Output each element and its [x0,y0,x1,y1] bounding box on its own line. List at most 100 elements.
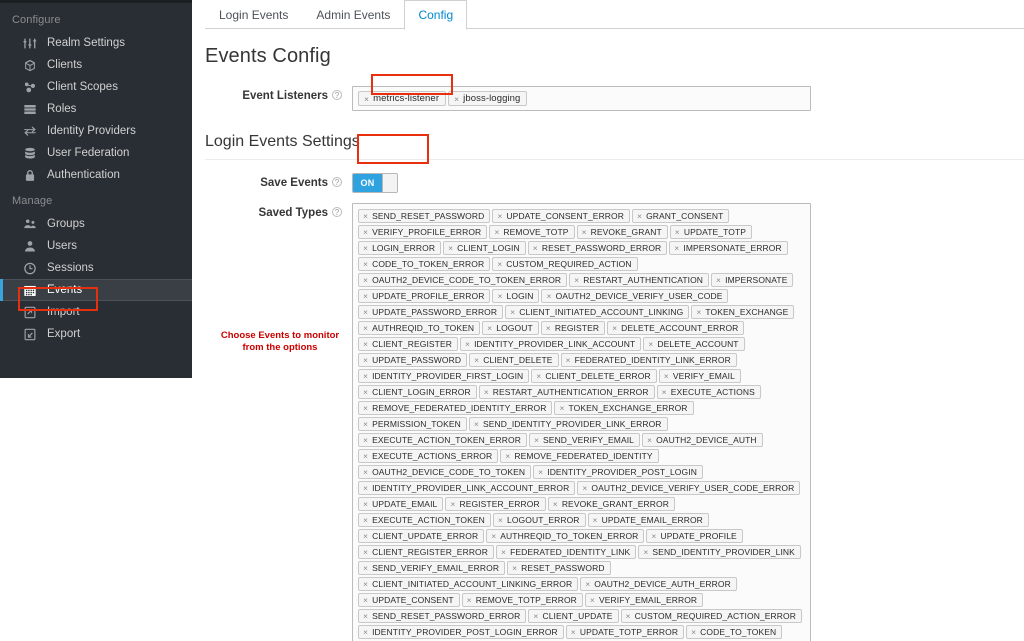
saved-type-chip[interactable]: × IMPERSONATE_ERROR [669,241,788,255]
saved-type-chip[interactable]: × LOGIN_ERROR [358,241,442,255]
chip-remove-icon[interactable]: × [497,259,502,269]
saved-type-chip[interactable]: × RESTART_AUTHENTICATION_ERROR [478,385,655,399]
saved-type-chip[interactable]: × AUTHREQID_TO_TOKEN [358,321,481,335]
saved-types-input[interactable]: × SEND_RESET_PASSWORD × UPDATE_CONSENT_ERRO… [352,203,811,641]
chip-remove-icon[interactable]: × [647,435,652,445]
chip-remove-icon[interactable]: × [448,243,453,253]
chip-remove-icon[interactable]: × [533,243,538,253]
saved-type-chip[interactable]: × UPDATE_PROFILE [646,529,743,543]
help-icon-event-listeners[interactable]: ? [332,90,342,100]
saved-type-chip[interactable]: × RESET_PASSWORD [507,561,611,575]
saved-type-chip[interactable]: × OAUTH2_DEVICE_CODE_TO_TOKEN_ERROR [358,273,568,287]
chip-remove-icon[interactable]: × [510,307,515,317]
chip-remove-icon[interactable]: × [716,275,721,285]
chip-remove-icon[interactable]: × [533,611,538,621]
saved-type-chip[interactable]: × REVOKE_GRANT_ERROR [547,497,675,511]
saved-type-chip[interactable]: × CLIENT_REGISTER_ERROR [358,545,495,559]
saved-type-chip[interactable]: × LOGOUT [482,321,539,335]
chip-remove-icon[interactable]: × [484,387,489,397]
chip-remove-icon[interactable]: × [363,547,368,557]
saved-type-chip[interactable]: × TOKEN_EXCHANGE_ERROR [554,401,694,415]
saved-type-chip[interactable]: × FEDERATED_IDENTITY_LINK [496,545,637,559]
saved-type-chip[interactable]: × REMOVE_TOTP_ERROR [461,593,583,607]
chip-remove-icon[interactable]: × [465,339,470,349]
saved-type-chip[interactable]: × SEND_RESET_PASSWORD_ERROR [358,609,527,623]
chip-remove-icon[interactable]: × [637,211,642,221]
saved-type-chip[interactable]: × UPDATE_CONSENT_ERROR [492,209,630,223]
chip-remove-icon[interactable]: × [363,275,368,285]
saved-type-chip[interactable]: × CUSTOM_REQUIRED_ACTION_ERROR [620,609,802,623]
sidebar-item-authentication[interactable]: Authentication [0,164,192,186]
help-icon-save-events[interactable]: ? [332,177,342,187]
saved-type-chip[interactable]: × UPDATE_PROFILE_ERROR [358,289,491,303]
saved-type-chip[interactable]: × UPDATE_EMAIL [358,497,444,511]
chip-remove-icon[interactable]: × [662,387,667,397]
chip-remove-icon[interactable]: × [582,227,587,237]
chip-remove-icon[interactable]: × [363,483,368,493]
saved-type-chip[interactable]: × IDENTITY_PROVIDER_LINK_ACCOUNT_ERROR [358,481,576,495]
sidebar-item-events[interactable]: Events [0,279,192,301]
tab-login-events[interactable]: Login Events [205,0,302,30]
saved-type-chip[interactable]: × IMPERSONATE [711,273,794,287]
saved-type-chip[interactable]: × TOKEN_EXCHANGE [691,305,795,319]
sidebar-item-export[interactable]: Export [0,323,192,345]
chip-remove-icon[interactable]: × [696,307,701,317]
chip-remove-icon[interactable]: × [574,275,579,285]
chip-remove-icon[interactable]: × [593,515,598,525]
chip-remove-icon[interactable]: × [546,291,551,301]
chip-remove-icon[interactable]: × [363,435,368,445]
sidebar-item-client-scopes[interactable]: Client Scopes [0,76,192,98]
chip-remove-icon[interactable]: × [363,531,368,541]
help-icon-saved-types[interactable]: ? [332,207,342,217]
saved-type-chip[interactable]: × UPDATE_EMAIL_ERROR [587,513,709,527]
event-listeners-input[interactable]: × metrics-listener × jboss-logging [352,86,811,111]
chip-remove-icon[interactable]: × [363,515,368,525]
chip-remove-icon[interactable]: × [363,307,368,317]
saved-type-chip[interactable]: × EXECUTE_ACTION_TOKEN_ERROR [358,433,527,447]
chip-remove-icon[interactable]: × [534,435,539,445]
chip-remove-icon[interactable]: × [364,94,369,104]
saved-type-chip[interactable]: × CLIENT_INITIATED_ACCOUNT_LINKING [505,305,690,319]
saved-type-chip[interactable]: × UPDATE_PASSWORD [358,353,468,367]
chip-remove-icon[interactable]: × [643,547,648,557]
chip-remove-icon[interactable]: × [559,403,564,413]
chip-remove-icon[interactable]: × [566,355,571,365]
chip-remove-icon[interactable]: × [674,243,679,253]
chip-remove-icon[interactable]: × [664,371,669,381]
saved-type-chip[interactable]: × UPDATE_CONSENT [358,593,460,607]
saved-type-chip[interactable]: × VERIFY_EMAIL [658,369,741,383]
tab-config[interactable]: Config [404,0,468,30]
chip-remove-icon[interactable]: × [626,611,631,621]
chip-remove-icon[interactable]: × [497,211,502,221]
saved-type-chip[interactable]: × EXECUTE_ACTION_TOKEN [358,513,491,527]
saved-type-chip[interactable]: × RESET_PASSWORD_ERROR [527,241,668,255]
chip-remove-icon[interactable]: × [363,563,368,573]
chip-remove-icon[interactable]: × [363,243,368,253]
chip-remove-icon[interactable]: × [553,499,558,509]
saved-type-chip[interactable]: × OAUTH2_DEVICE_CODE_TO_TOKEN [358,465,532,479]
sidebar-item-groups[interactable]: Groups [0,213,192,235]
saved-type-chip[interactable]: × SEND_VERIFY_EMAIL_ERROR [358,561,506,575]
chip-remove-icon[interactable]: × [571,627,576,637]
saved-type-chip[interactable]: × CLIENT_DELETE [469,353,559,367]
saved-type-chip[interactable]: × DELETE_ACCOUNT [643,337,745,351]
chip-remove-icon[interactable]: × [363,291,368,301]
saved-type-chip[interactable]: × CODE_TO_TOKEN_ERROR [358,257,491,271]
saved-type-chip[interactable]: × IDENTITY_PROVIDER_LINK_ACCOUNT [459,337,642,351]
chip-remove-icon[interactable]: × [363,419,368,429]
saved-type-chip[interactable]: × CLIENT_UPDATE [528,609,619,623]
chip-remove-icon[interactable]: × [501,547,506,557]
chip-remove-icon[interactable]: × [474,419,479,429]
chip-remove-icon[interactable]: × [474,355,479,365]
chip-remove-icon[interactable]: × [363,355,368,365]
saved-type-chip[interactable]: × AUTHREQID_TO_TOKEN_ERROR [486,529,645,543]
save-events-toggle[interactable]: ON [352,173,398,193]
chip-remove-icon[interactable]: × [363,211,368,221]
chip-remove-icon[interactable]: × [363,595,368,605]
saved-type-chip[interactable]: × OAUTH2_DEVICE_VERIFY_USER_CODE [541,289,729,303]
saved-type-chip[interactable]: × SEND_IDENTITY_PROVIDER_LINK_ERROR [468,417,668,431]
chip-remove-icon[interactable]: × [363,499,368,509]
sidebar-item-user-federation[interactable]: User Federation [0,142,192,164]
chip-remove-icon[interactable]: × [497,291,502,301]
saved-type-chip[interactable]: × REMOVE_TOTP [489,225,575,239]
